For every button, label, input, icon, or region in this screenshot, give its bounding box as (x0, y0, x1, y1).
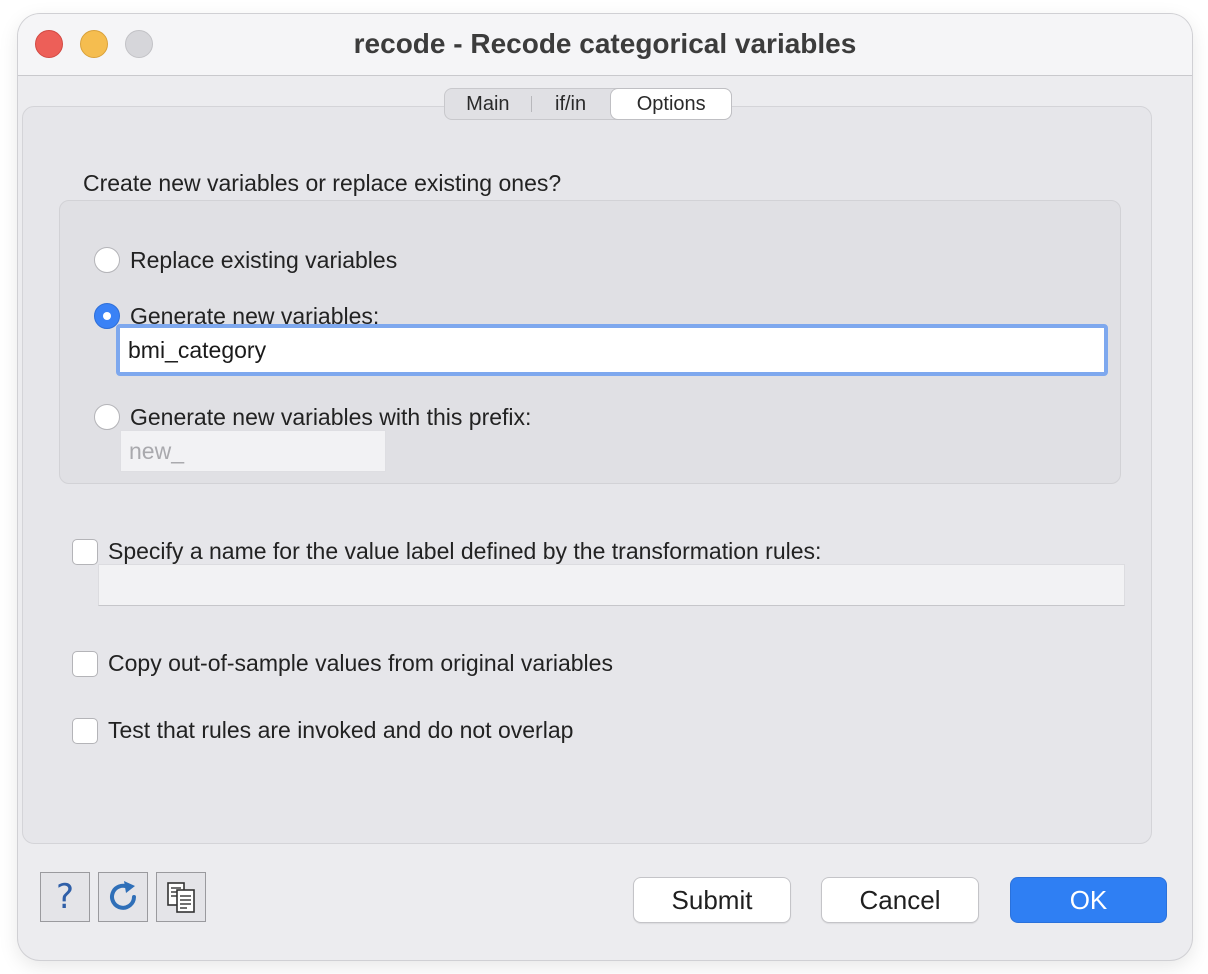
copy-out-of-sample-checkbox[interactable] (72, 651, 98, 677)
tab-bar: Main if/in Options (444, 88, 732, 120)
ok-button[interactable]: OK (1010, 877, 1167, 923)
window-title: recode - Recode categorical variables (353, 28, 857, 59)
generate-prefix-label[interactable]: Generate new variables with this prefix: (130, 404, 531, 431)
tab-main[interactable]: Main (445, 89, 531, 119)
copy-command-button[interactable] (156, 872, 206, 922)
prefix-input: new_ (120, 430, 386, 472)
reset-icon (110, 881, 136, 910)
cancel-button[interactable]: Cancel (821, 877, 979, 923)
reset-button[interactable] (98, 872, 148, 922)
generate-prefix-radio[interactable] (94, 404, 120, 430)
create-replace-section-label: Create new variables or replace existing… (83, 170, 562, 196)
title-bar: recode - Recode categorical variables (18, 14, 1192, 76)
submit-button[interactable]: Submit (633, 877, 791, 923)
test-rules-label[interactable]: Test that rules are invoked and do not o… (108, 717, 573, 744)
tab-if-in[interactable]: if/in (532, 89, 610, 119)
help-icon: ? (55, 877, 75, 917)
replace-existing-label[interactable]: Replace existing variables (130, 247, 397, 274)
test-rules-checkbox[interactable] (72, 718, 98, 744)
value-label-name-input (98, 564, 1125, 606)
copy-clipboard-icon (167, 882, 195, 913)
copy-out-of-sample-label[interactable]: Copy out-of-sample values from original … (108, 650, 613, 677)
new-variable-name-input[interactable]: bmi_category (116, 324, 1108, 376)
tab-options[interactable]: Options (611, 89, 731, 119)
help-button[interactable]: ? (40, 872, 90, 922)
replace-existing-radio[interactable] (94, 247, 120, 273)
value-label-name-checkbox[interactable] (72, 539, 98, 565)
value-label-name-label[interactable]: Specify a name for the value label defin… (108, 538, 821, 565)
